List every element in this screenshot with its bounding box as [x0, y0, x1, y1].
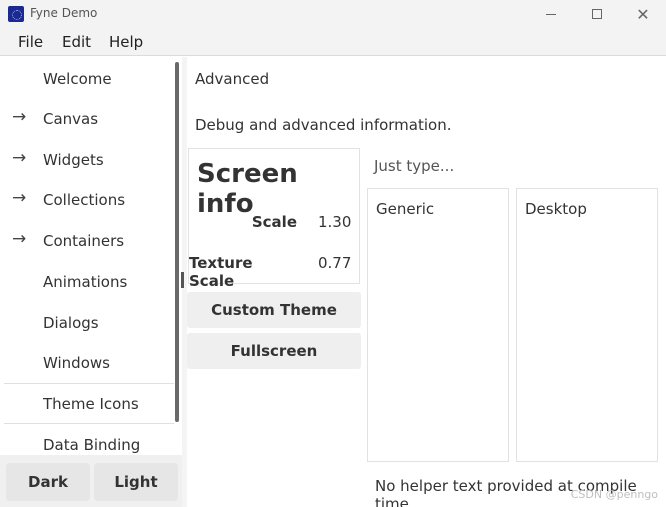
sidebar-item-label: Animations	[43, 273, 128, 291]
scale-label: Scale	[251, 213, 297, 231]
screen-info-card: Screen info Scale 1.30 Texture Scale 0.7…	[188, 148, 360, 290]
main-content: Advanced Debug and advanced information.…	[187, 57, 666, 507]
texture-scale-value: 0.77	[318, 254, 352, 272]
sidebar-item-label: Containers	[43, 232, 125, 250]
maximize-button[interactable]	[574, 0, 620, 28]
window-title: Fyne Demo	[30, 6, 98, 20]
sidebar-item-label: Dialogs	[43, 314, 99, 332]
arrow-right-icon[interactable]: →	[12, 107, 26, 127]
sidebar-item-label: Canvas	[43, 110, 99, 128]
page-title: Advanced	[195, 70, 270, 88]
sidebar-item-windows[interactable]: Windows	[4, 343, 174, 383]
title-bar: Fyne Demo ✕	[0, 0, 666, 28]
desktop-list-label: Desktop	[525, 200, 587, 218]
close-button[interactable]: ✕	[620, 0, 666, 28]
arrow-right-icon[interactable]: →	[12, 188, 26, 208]
texture-scale-label: Texture Scale	[189, 254, 253, 290]
sidebar-item-animations[interactable]: Animations	[4, 262, 174, 302]
screen-info-title: Screen info	[197, 159, 298, 219]
sidebar-item-label: Widgets	[43, 151, 104, 169]
typing-entry[interactable]: Just type...	[374, 157, 454, 175]
sidebar-item-label: Theme Icons	[43, 395, 139, 413]
maximize-icon	[592, 9, 602, 19]
sidebar-item-label: Data Binding	[43, 436, 141, 454]
sidebar: Welcome → Canvas → Widgets → Collections…	[0, 57, 182, 507]
light-theme-button[interactable]: Light	[94, 463, 178, 501]
sidebar-item-containers[interactable]: → Containers	[4, 221, 174, 261]
menu-file[interactable]: File	[18, 33, 43, 51]
arrow-right-icon[interactable]: →	[12, 148, 26, 168]
theme-switcher: Dark Light	[0, 455, 182, 507]
minimize-icon	[546, 13, 556, 15]
sidebar-item-label: Collections	[43, 191, 126, 209]
sidebar-item-welcome[interactable]: Welcome	[4, 59, 174, 99]
split-handle[interactable]	[181, 272, 184, 288]
page-description: Debug and advanced information.	[195, 116, 452, 134]
sidebar-item-label: Welcome	[43, 70, 112, 88]
sidebar-item-canvas[interactable]: → Canvas	[4, 99, 174, 139]
sidebar-item-label: Windows	[43, 354, 110, 372]
menu-bar: File Edit Help	[0, 28, 666, 56]
close-icon: ✕	[636, 4, 650, 24]
app-icon	[8, 6, 24, 22]
fullscreen-button[interactable]: Fullscreen	[187, 333, 361, 369]
desktop-list[interactable]: Desktop	[516, 188, 658, 462]
sidebar-item-collections[interactable]: → Collections	[4, 180, 174, 220]
divider	[4, 423, 174, 424]
arrow-right-icon[interactable]: →	[12, 229, 26, 249]
generic-list[interactable]: Generic	[367, 188, 509, 462]
scale-value: 1.30	[318, 213, 352, 231]
sidebar-item-theme-icons[interactable]: Theme Icons	[4, 384, 174, 424]
custom-theme-button[interactable]: Custom Theme	[187, 292, 361, 328]
menu-help[interactable]: Help	[109, 33, 143, 51]
sidebar-scrollbar[interactable]	[175, 62, 179, 422]
menu-edit[interactable]: Edit	[62, 33, 91, 51]
sidebar-item-widgets[interactable]: → Widgets	[4, 140, 174, 180]
sidebar-item-dialogs[interactable]: Dialogs	[4, 303, 174, 343]
minimize-button[interactable]	[528, 0, 574, 28]
watermark: CSDN @penngo	[570, 488, 658, 501]
generic-list-label: Generic	[376, 200, 435, 218]
dark-theme-button[interactable]: Dark	[6, 463, 90, 501]
